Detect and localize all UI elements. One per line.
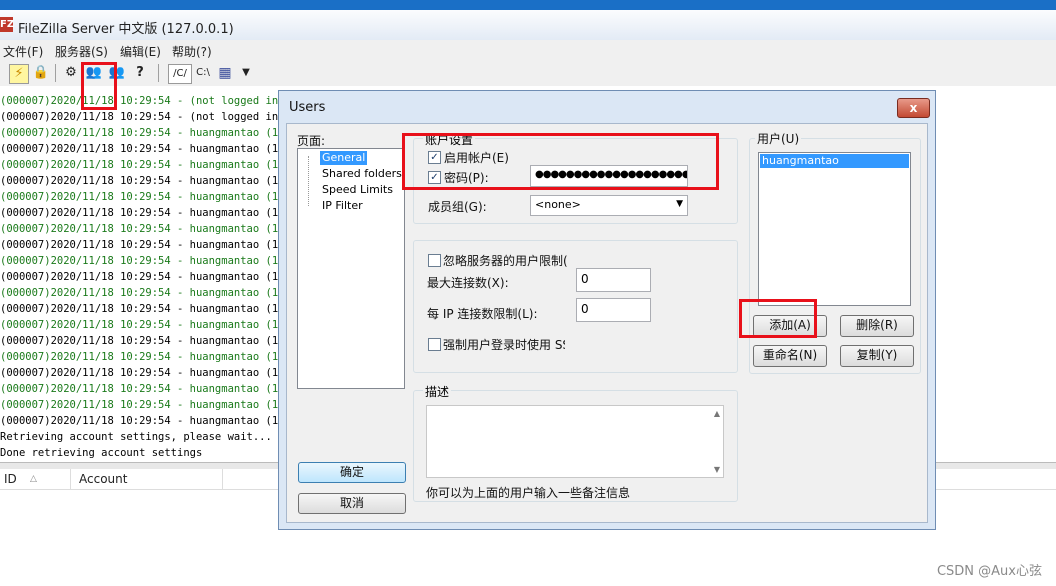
settings-icon[interactable]: ⚙ (62, 64, 80, 82)
log-line: (000007)2020/11/18 10:29:54 - (not logge… (0, 111, 285, 123)
users-list[interactable]: huangmantao (758, 152, 911, 306)
log-line: (000007)2020/11/18 10:29:54 - huangmanta… (0, 303, 298, 315)
log-line: (000007)2020/11/18 10:29:54 - huangmanta… (0, 127, 298, 139)
annotation-box-add-button (739, 299, 817, 338)
log-line: (000007)2020/11/18 10:29:54 - huangmanta… (0, 271, 298, 283)
delete-user-button[interactable]: 删除(R) (840, 315, 914, 337)
log-line: (000007)2020/11/18 10:29:54 - huangmanta… (0, 207, 298, 219)
dialog-title: Users (289, 100, 326, 115)
description-hint: 你可以为上面的用户输入一些备注信息 (426, 486, 631, 500)
log-line: Retrieving account settings, please wait… (0, 431, 272, 443)
cancel-button[interactable]: 取消 (298, 493, 406, 514)
log-line: (000007)2020/11/18 10:29:54 - huangmanta… (0, 415, 298, 427)
drive-icon[interactable]: C:\ (193, 64, 213, 82)
log-line: (000007)2020/11/18 10:29:54 - huangmanta… (0, 367, 298, 379)
tree-item-speed-limits[interactable]: Speed Limits (320, 183, 395, 197)
lock-icon[interactable]: 🔒 (32, 64, 50, 82)
chevron-down-icon: ▼ (676, 199, 683, 209)
sort-arrow-icon: △ (30, 474, 37, 484)
tree-item-general[interactable]: General (320, 151, 368, 165)
menu-help[interactable]: 帮助(?) (172, 43, 212, 60)
group-select[interactable]: <none> ▼ (530, 195, 688, 216)
bypass-limits-label: 忽略服务器的用户限制(E (443, 254, 568, 268)
page-label: 页面: (297, 134, 326, 148)
max-connections-input[interactable]: 0 (576, 268, 651, 292)
tree-item-shared-folders[interactable]: Shared folders (320, 167, 404, 181)
max-connections-label: 最大连接数(X): (427, 276, 509, 290)
log-line: Done retrieving account settings (0, 447, 203, 459)
users-label: 用户(U) (755, 130, 802, 147)
help-icon[interactable]: ? (131, 64, 149, 82)
ok-button[interactable]: 确定 (298, 462, 406, 483)
toolbar: ⚡ 🔒 ⚙ 👥 👥 ? /C/ C:\ ▦ ▼ (0, 60, 1056, 87)
window-title: FileZilla Server 中文版 (127.0.0.1) (18, 22, 234, 37)
annotation-box-account-settings (402, 133, 719, 190)
rename-user-button[interactable]: 重命名(N) (753, 345, 827, 367)
description-textarea[interactable]: ▲ ▼ (426, 405, 724, 478)
grid-view-icon[interactable]: ▦ (216, 64, 234, 82)
log-line: (000007)2020/11/18 10:29:54 - huangmanta… (0, 143, 298, 155)
menu-edit[interactable]: 编辑(E) (120, 43, 161, 60)
ip-limit-label: 每 IP 连接数限制(L): (427, 307, 538, 321)
bypass-limits-checkbox[interactable] (428, 254, 441, 267)
log-line: (000007)2020/11/18 10:29:54 - huangmanta… (0, 159, 298, 171)
watermark: CSDN @Aux心弦 (936, 564, 1042, 579)
menu-bar: 文件(F) 服务器(S) 编辑(E) 帮助(?) (0, 40, 1056, 60)
column-divider (222, 469, 223, 489)
group-label: 成员组(G): (428, 200, 487, 214)
column-account[interactable]: Account (79, 472, 127, 486)
chevron-down-icon[interactable]: ▼ (237, 64, 255, 82)
user-item[interactable]: huangmantao (760, 154, 909, 168)
close-button[interactable]: x (897, 98, 930, 118)
log-line: (000007)2020/11/18 10:29:54 - huangmanta… (0, 255, 298, 267)
description-title: 描述 (423, 383, 452, 400)
log-line: (000007)2020/11/18 10:29:54 - huangmanta… (0, 399, 298, 411)
menu-file[interactable]: 文件(F) (3, 43, 43, 60)
log-line: (000007)2020/11/18 10:29:54 - huangmanta… (0, 287, 298, 299)
filezilla-app-icon: FZ (0, 17, 15, 32)
group-select-value: <none> (535, 198, 581, 211)
column-id[interactable]: ID (4, 472, 17, 486)
ip-limit-input[interactable]: 0 (576, 298, 651, 322)
scroll-up-icon[interactable]: ▲ (714, 409, 720, 418)
tree-item-ip-filter[interactable]: IP Filter (320, 199, 365, 213)
log-line: (000007)2020/11/18 10:29:54 - huangmanta… (0, 335, 298, 347)
log-line: (000007)2020/11/18 10:29:54 - huangmanta… (0, 239, 298, 251)
toolbar-separator (158, 64, 159, 82)
column-divider (70, 469, 71, 489)
log-line: (000007)2020/11/18 10:29:54 - huangmanta… (0, 383, 298, 395)
lightning-icon[interactable]: ⚡ (9, 64, 29, 84)
annotation-box-users-icon (81, 62, 117, 110)
force-ssl-checkbox[interactable] (428, 338, 441, 351)
toolbar-separator (55, 64, 56, 82)
log-line: (000007)2020/11/18 10:29:54 - huangmanta… (0, 319, 298, 331)
page-tree[interactable]: General Shared folders Speed Limits IP F… (297, 148, 405, 389)
top-band (0, 0, 1056, 10)
log-line: (000007)2020/11/18 10:29:54 - huangmanta… (0, 223, 298, 235)
log-line: (000007)2020/11/18 10:29:54 - huangmanta… (0, 175, 298, 187)
scroll-down-icon[interactable]: ▼ (714, 465, 720, 474)
log-line: (000007)2020/11/18 10:29:54 - huangmanta… (0, 351, 298, 363)
path-icon[interactable]: /C/ (168, 64, 192, 84)
tree-line (308, 156, 310, 206)
force-ssl-label: 强制用户登录时使用 SS (443, 338, 565, 352)
log-line: (000007)2020/11/18 10:29:54 - (not logge… (0, 95, 285, 107)
menu-server[interactable]: 服务器(S) (55, 43, 108, 60)
copy-user-button[interactable]: 复制(Y) (840, 345, 914, 367)
log-line: (000007)2020/11/18 10:29:54 - huangmanta… (0, 191, 298, 203)
